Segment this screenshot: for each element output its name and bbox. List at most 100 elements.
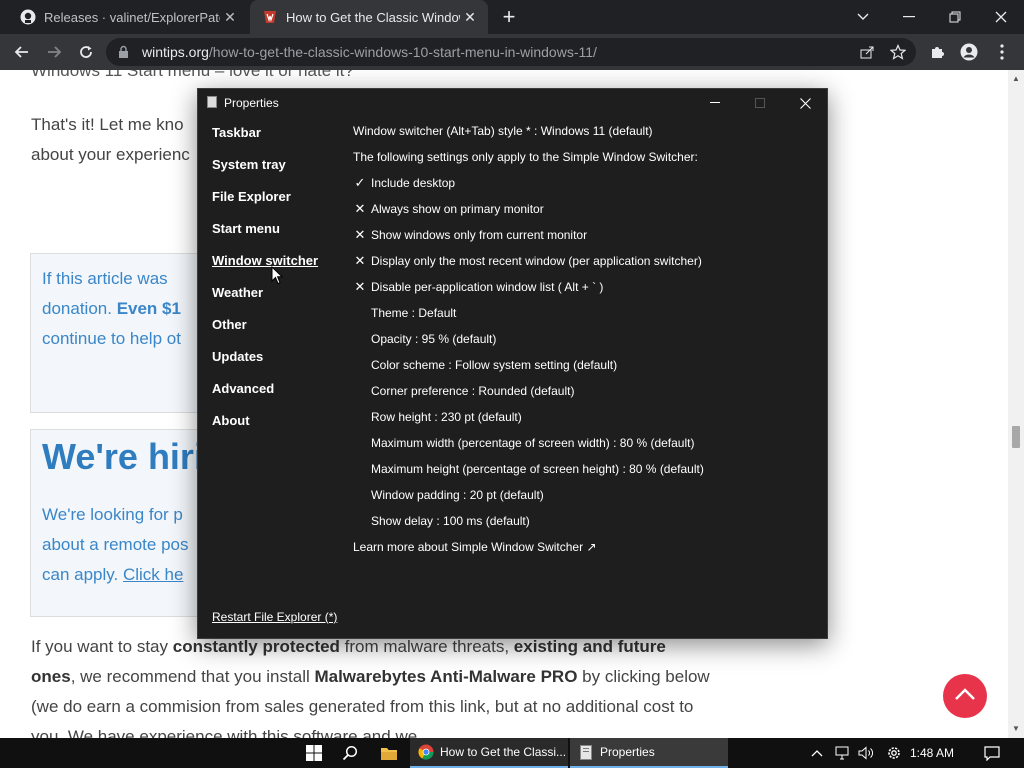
hiring-text: We're looking for p about a remote pos c… (42, 500, 188, 590)
forward-icon[interactable] (40, 38, 68, 66)
text-bold: Even $1 (116, 299, 181, 318)
close-icon[interactable] (782, 89, 828, 117)
nav-other[interactable]: Other (212, 317, 247, 332)
text-span: from malware threats, (339, 637, 514, 656)
nav-weather[interactable]: Weather (212, 285, 263, 300)
setting-label: Color scheme : Follow system setting (de… (371, 358, 618, 372)
setting-label: Row height : 230 pt (default) (371, 410, 522, 424)
scroll-up-icon[interactable]: ▲ (1012, 74, 1020, 83)
nav-about[interactable]: About (212, 413, 250, 428)
settings-gear-icon[interactable] (884, 738, 904, 768)
setting-label: Window padding : 20 pt (default) (371, 488, 544, 502)
browser-tab-strip: Releases · valinet/ExplorerPatcher ✕ How… (0, 0, 1024, 34)
text-line: can apply. Click he (42, 560, 188, 590)
text-line: That's it! Let me kno (31, 115, 184, 134)
taskbar-app-properties[interactable]: Properties (570, 738, 728, 768)
search-icon[interactable] (336, 738, 364, 768)
nav-advanced[interactable]: Advanced (212, 381, 274, 396)
setting-label: Show windows only from current monitor (371, 228, 588, 242)
setting-label: Maximum height (percentage of screen hei… (371, 462, 704, 476)
chrome-icon (418, 744, 434, 760)
close-icon[interactable] (978, 0, 1024, 34)
setting-label: Always show on primary monitor (371, 202, 544, 216)
properties-window: Properties Taskbar System tray File Expl… (197, 88, 828, 639)
scrollbar-thumb[interactable] (1012, 426, 1020, 448)
scroll-down-icon[interactable]: ▼ (1012, 724, 1020, 733)
nav-updates[interactable]: Updates (212, 349, 263, 364)
click-here-link[interactable]: Click he (123, 565, 183, 584)
text-span: , we recommend that you install (70, 667, 315, 686)
minimize-icon[interactable] (886, 0, 932, 34)
tab-releases[interactable]: Releases · valinet/ExplorerPatcher ✕ (8, 0, 248, 34)
article-paragraph: If you want to stay constantly protected… (31, 632, 711, 738)
scroll-to-top-button[interactable] (943, 674, 987, 718)
text-bold: Malwarebytes Anti-Malware PRO (314, 667, 578, 686)
address-bar[interactable]: wintips.org/how-to-get-the-classic-windo… (106, 38, 916, 66)
windows-taskbar: How to Get the Classi... Properties 1:48… (0, 738, 1024, 768)
taskbar-clock[interactable]: 1:48 AM (910, 746, 954, 760)
setting-label: The following settings only apply to the… (353, 150, 698, 164)
tab-wintips[interactable]: How to Get the Classic Windows 10 Start … (250, 0, 488, 34)
cross-icon: ✕ (354, 227, 366, 242)
setting-label: Include desktop (371, 176, 456, 190)
text-line: continue to help ot (42, 329, 181, 348)
tab-search-icon[interactable] (840, 0, 886, 34)
cross-icon: ✕ (354, 253, 366, 268)
setting-label: Corner preference : Rounded (default) (371, 384, 575, 398)
url-host: wintips.org (142, 44, 209, 60)
cross-icon: ✕ (354, 279, 366, 294)
profile-icon[interactable] (959, 42, 979, 62)
setting-label: Show delay : 100 ms (default) (371, 514, 530, 528)
new-tab-icon[interactable]: + (496, 4, 522, 29)
tab-title: Releases · valinet/ExplorerPatcher (44, 9, 220, 25)
start-windows-icon[interactable] (300, 738, 328, 768)
chevron-up-icon[interactable] (808, 738, 826, 768)
volume-icon[interactable] (856, 738, 876, 768)
setting-label: Opacity : 95 % (default) (371, 332, 497, 346)
nav-file-explorer[interactable]: File Explorer (212, 189, 291, 204)
page-scrollbar[interactable]: ▲ ▼ (1008, 70, 1024, 738)
back-icon[interactable] (8, 38, 36, 66)
setting-label: Theme : Default (371, 306, 457, 320)
maximize-icon (737, 89, 783, 117)
share-icon[interactable] (858, 43, 876, 61)
setting-label: Window switcher (Alt+Tab) style * : Wind… (353, 124, 653, 138)
setting-label: Disable per-application window list ( Al… (371, 280, 604, 294)
nav-start-menu[interactable]: Start menu (212, 221, 280, 236)
reload-icon[interactable] (72, 38, 100, 66)
nav-taskbar[interactable]: Taskbar (212, 125, 261, 140)
text-span: If you want to stay (31, 637, 173, 656)
text-line: about your experienc (31, 145, 190, 164)
link-label: Learn more about Simple Window Switcher … (353, 540, 597, 554)
window-titlebar[interactable]: Properties (198, 89, 827, 117)
taskbar-app-label: How to Get the Classi... (440, 745, 567, 759)
lock-icon[interactable] (118, 45, 129, 64)
text-line: We're looking for p (42, 505, 183, 524)
tab-close-icon[interactable]: ✕ (460, 7, 480, 27)
notification-icon[interactable] (980, 738, 1004, 768)
text-line: donation. Even $1 (42, 294, 181, 324)
menu-dots-icon[interactable] (992, 42, 1012, 62)
restore-icon[interactable] (932, 0, 978, 34)
restart-explorer-link[interactable]: Restart File Explorer (*) (212, 610, 337, 624)
properties-icon (207, 96, 217, 108)
github-icon (20, 9, 36, 25)
article-text: Windows 11 Start menu – love it or hate … (31, 70, 354, 80)
article-paragraph: That's it! Let me kno about your experie… (31, 110, 190, 170)
extensions-icon[interactable] (927, 42, 947, 62)
taskbar-app-chrome[interactable]: How to Get the Classi... (410, 738, 568, 768)
chevron-up-icon (954, 687, 976, 706)
nav-window-switcher[interactable]: Window switcher (212, 253, 318, 268)
url-text: wintips.org/how-to-get-the-classic-windo… (142, 44, 597, 60)
text-line: about a remote pos (42, 535, 189, 554)
checkmark-icon: ✓ (354, 175, 366, 190)
nav-system-tray[interactable]: System tray (212, 157, 286, 172)
tab-title: How to Get the Classic Windows 10 Start … (286, 9, 460, 25)
url-path: /how-to-get-the-classic-windows-10-start… (208, 44, 597, 60)
minimize-icon[interactable] (692, 89, 738, 117)
tab-close-icon[interactable]: ✕ (220, 7, 240, 27)
file-explorer-icon[interactable] (374, 738, 404, 768)
donation-text: If this article was donation. Even $1 co… (42, 264, 181, 354)
network-icon[interactable] (832, 738, 852, 768)
bookmark-star-icon[interactable] (889, 43, 907, 61)
